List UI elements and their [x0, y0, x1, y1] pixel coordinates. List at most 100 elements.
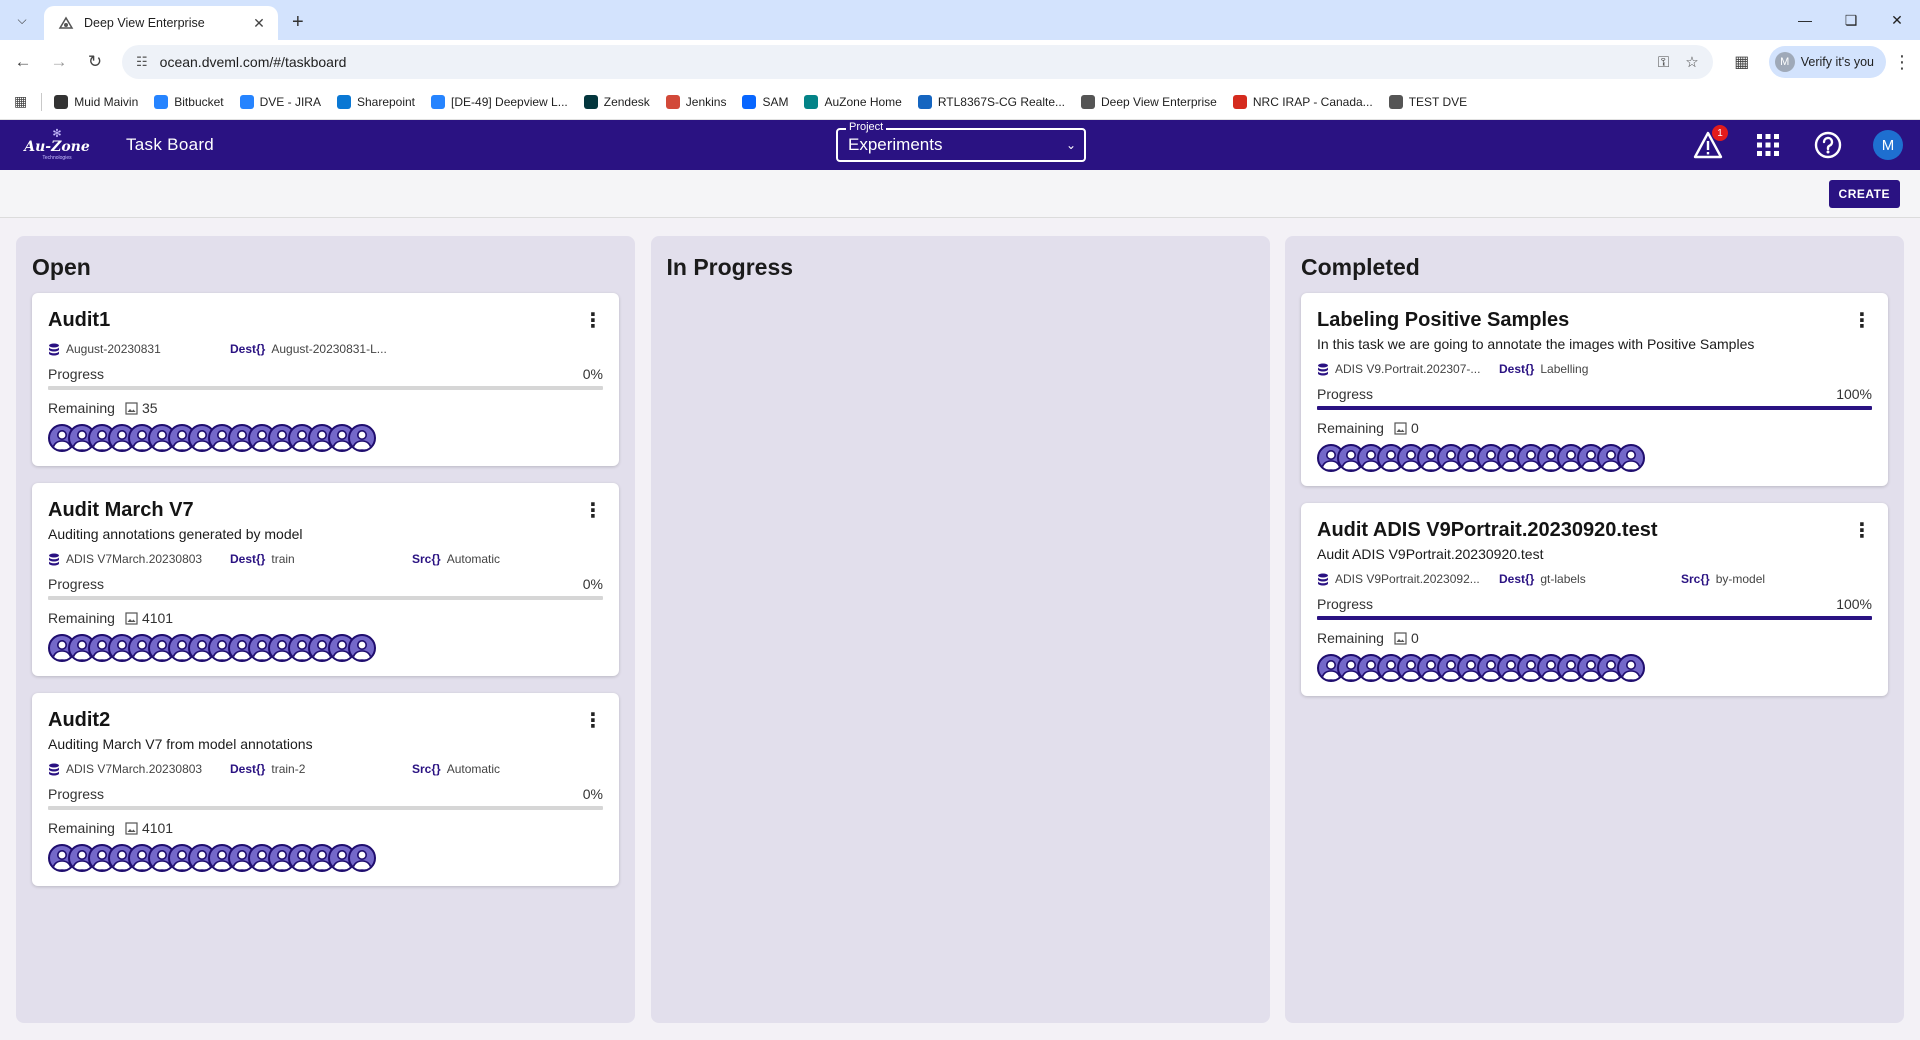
- bookmark-item[interactable]: SAM: [742, 94, 789, 109]
- new-tab-icon[interactable]: +: [292, 12, 304, 32]
- browser-tabstrip: ⌵ Deep View Enterprise ✕ + — ❏ ✕: [0, 0, 1920, 40]
- apps-grid-icon[interactable]: ▦: [14, 93, 27, 110]
- address-bar[interactable]: ☷ ocean.dveml.com/#/taskboard ⚿ ☆: [122, 45, 1713, 79]
- bookmark-bitbucket-icon: [154, 94, 169, 109]
- browser-tab[interactable]: Deep View Enterprise ✕: [44, 6, 278, 40]
- user-menu-button[interactable]: M: [1870, 127, 1906, 163]
- bookmark-item[interactable]: TEST DVE: [1388, 94, 1468, 109]
- bookmark-label: SAM: [762, 94, 789, 109]
- forward-icon[interactable]: →: [44, 47, 74, 77]
- back-icon[interactable]: ←: [8, 47, 38, 77]
- bookmark-item[interactable]: AuZone Home: [804, 94, 902, 109]
- bookmark-label: Jenkins: [685, 94, 727, 109]
- task-meta: ADIS V9.Portrait.202307-... Dest{} Labelli…: [1317, 362, 1872, 376]
- bookmark-item[interactable]: Bitbucket: [154, 94, 224, 109]
- apps-menu-button[interactable]: [1750, 127, 1786, 163]
- task-title: Audit March V7: [48, 499, 194, 521]
- bookmark-jenkins-icon: [665, 94, 680, 109]
- tab-search-icon[interactable]: ⌵: [10, 8, 34, 32]
- dve-favicon-icon: [58, 15, 74, 31]
- dest-info: Dest{} gt-labels: [1499, 572, 1681, 586]
- bookmark-lcsc-icon: [917, 94, 932, 109]
- tab-close-icon[interactable]: ✕: [250, 15, 268, 32]
- bookmark-zendesk-icon: [583, 94, 598, 109]
- create-task-button[interactable]: CREATE: [1828, 180, 1900, 208]
- assignee-avatar-icon[interactable]: [348, 844, 376, 872]
- apps-grid-icon: [1757, 134, 1779, 156]
- bookmark-item[interactable]: Zendesk: [583, 94, 650, 109]
- key-icon[interactable]: ⚿: [1658, 54, 1669, 71]
- window-close-icon[interactable]: ✕: [1874, 0, 1920, 40]
- assignee-avatar-icon[interactable]: [348, 424, 376, 452]
- assignee-avatar-icon[interactable]: [348, 634, 376, 662]
- remaining-label: Remaining: [1317, 420, 1384, 436]
- assignee-avatar-icon[interactable]: [1617, 444, 1645, 472]
- task-card[interactable]: Audit March V7 ⋮ Auditing annotations gene…: [32, 483, 619, 676]
- src-info: Src{} by-model: [1681, 572, 1765, 586]
- image-icon: [125, 611, 138, 625]
- reload-icon[interactable]: ↻: [80, 47, 110, 77]
- assignee-avatar-icon[interactable]: [1617, 654, 1645, 682]
- task-title: Audit1: [48, 309, 111, 331]
- bookmark-item[interactable]: Sharepoint: [336, 94, 415, 109]
- project-select[interactable]: Project Experiments ⌄: [836, 121, 1086, 162]
- alert-count-badge: 1: [1712, 125, 1728, 141]
- verify-label: Verify it's you: [1800, 55, 1874, 69]
- bookmark-dve-icon: [1081, 94, 1096, 109]
- bookmark-item[interactable]: NRC IRAP - Canada...: [1232, 94, 1373, 109]
- bookmark-item[interactable]: DVE - JIRA: [239, 94, 321, 109]
- bookmark-star-icon[interactable]: ☆: [1685, 53, 1698, 71]
- browser-menu-icon[interactable]: ⋮: [1892, 52, 1912, 73]
- task-meta: ADIS V9Portrait.2023092... Dest{} gt-label…: [1317, 572, 1872, 586]
- more-options-icon[interactable]: ⋮: [583, 311, 603, 331]
- assignee-avatars: [1317, 654, 1872, 682]
- browser-toolbar: ← → ↻ ☷ ocean.dveml.com/#/taskboard ⚿ ☆ …: [0, 40, 1920, 84]
- dest-info: Dest{} train-2: [230, 762, 412, 776]
- bookmarks-bar: ▦ Muid Maivin Bitbucket DVE - JIRA Sharepoi…: [0, 84, 1920, 120]
- restore-icon[interactable]: ❏: [1828, 0, 1874, 40]
- task-title: Audit2: [48, 709, 111, 731]
- bookmark-item[interactable]: [DE-49] Deepview L...: [431, 94, 568, 109]
- progress-bar: [1317, 406, 1872, 410]
- verify-profile-button[interactable]: M Verify it's you: [1768, 46, 1886, 78]
- bookmark-label: TEST DVE: [1408, 94, 1468, 109]
- card-header: Audit2 ⋮: [48, 709, 603, 732]
- more-options-icon[interactable]: ⋮: [583, 501, 603, 521]
- alerts-button[interactable]: 1: [1690, 125, 1728, 163]
- card-header: Audit ADIS V9Portrait.20230920.test ⋮: [1317, 519, 1872, 542]
- src-name: Automatic: [446, 552, 501, 566]
- column-title: In Progress: [666, 254, 794, 280]
- extensions-icon[interactable]: ▦: [1727, 47, 1757, 77]
- dataset-name: ADIS V7March.20230803: [66, 552, 203, 566]
- more-options-icon[interactable]: ⋮: [1852, 311, 1872, 331]
- task-card[interactable]: Audit ADIS V9Portrait.20230920.test ⋮ Audi…: [1301, 503, 1888, 696]
- task-card[interactable]: Audit2 ⋮ Auditing March V7 from model anno…: [32, 693, 619, 886]
- remaining-count: 0: [1410, 630, 1419, 646]
- bookmark-cloud-icon: [336, 94, 351, 109]
- more-options-icon[interactable]: ⋮: [583, 711, 603, 731]
- bookmark-item[interactable]: Muid Maivin: [54, 94, 138, 109]
- help-icon: [1814, 131, 1842, 159]
- dest-label: Dest{}: [1499, 362, 1535, 376]
- task-card[interactable]: Labeling Positive Samples ⋮ In this task w…: [1301, 293, 1888, 486]
- assignee-avatars: [48, 634, 603, 662]
- src-label: Src{}: [412, 552, 441, 566]
- site-info-icon[interactable]: ☷: [136, 54, 148, 70]
- image-icon: [125, 401, 138, 415]
- bookmark-item[interactable]: Deep View Enterprise: [1081, 94, 1217, 109]
- minimize-icon[interactable]: —: [1782, 0, 1828, 40]
- assignee-avatars: [48, 844, 603, 872]
- dataset-info: ADIS V7March.20230803: [48, 762, 230, 776]
- bookmark-item[interactable]: RTL8367S-CG Realte...: [917, 94, 1065, 109]
- task-card[interactable]: Audit1 ⋮ August-20230831 Dest{} August-20230…: [32, 293, 619, 466]
- help-button[interactable]: [1810, 127, 1846, 163]
- dest-name: train: [271, 552, 295, 566]
- src-info: Src{} Automatic: [412, 552, 500, 566]
- bookmark-item[interactable]: Jenkins: [665, 94, 727, 109]
- remaining-label: Remaining: [1317, 630, 1384, 646]
- au-zone-logo[interactable]: ✻ Au-Zone Technologies: [12, 120, 102, 170]
- project-select-value: Experiments: [848, 135, 943, 154]
- dataset-info: August-20230831: [48, 342, 230, 356]
- more-options-icon[interactable]: ⋮: [1852, 521, 1872, 541]
- src-label: Src{}: [1681, 572, 1710, 586]
